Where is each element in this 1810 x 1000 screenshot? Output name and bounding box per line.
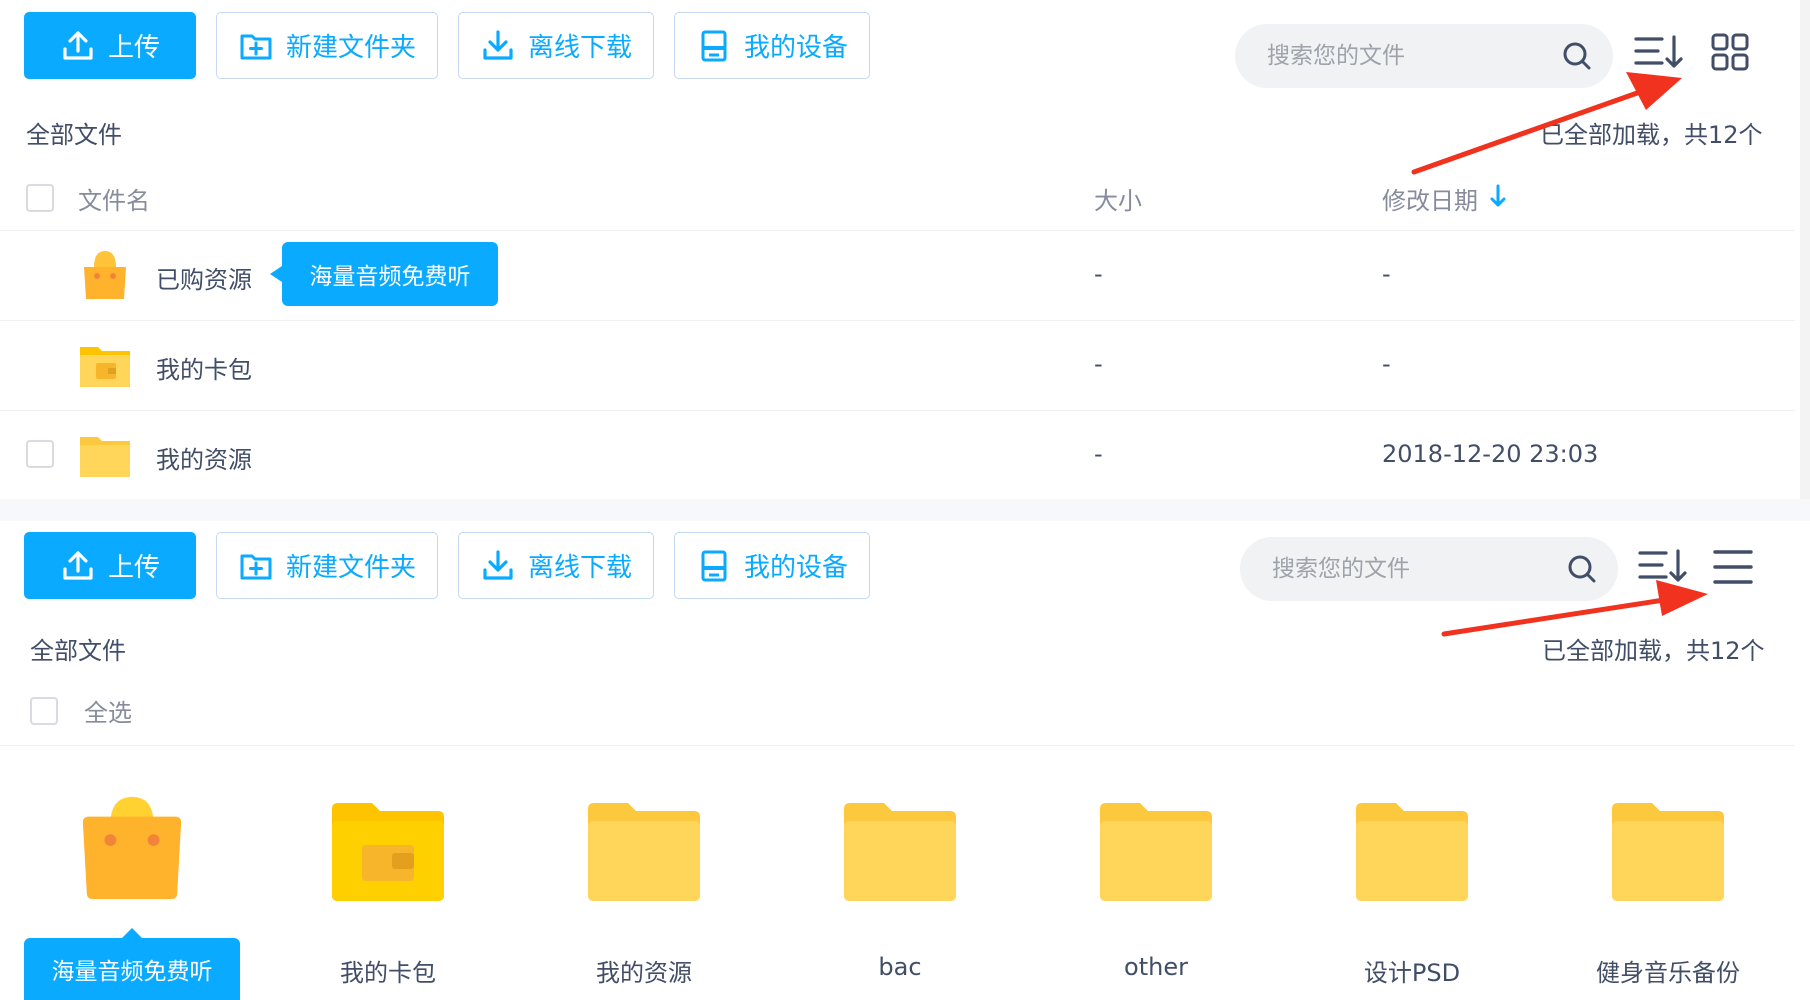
grid-item[interactable]: 我的卡包 <box>284 795 484 995</box>
search-icon[interactable] <box>1561 40 1593 72</box>
breadcrumb[interactable]: 全部文件 <box>26 115 122 150</box>
row-size: - <box>1094 350 1103 378</box>
table-row[interactable]: 我的卡包 - - <box>0 321 1795 411</box>
toolbar-list-view: 上传 新建文件夹 离线下载 我的设备 <box>0 0 1810 90</box>
row-modified: 2018-12-20 23:03 <box>1382 440 1599 468</box>
offline-download-label: 离线下载 <box>527 553 632 583</box>
list-header: 文件名 大小 修改日期 <box>0 165 1795 231</box>
section-divider <box>0 499 1810 521</box>
new-folder-button[interactable]: 新建文件夹 <box>216 12 438 79</box>
folder-icon <box>844 803 956 901</box>
column-modified[interactable]: 修改日期 <box>1382 181 1478 216</box>
new-folder-label: 新建文件夹 <box>285 553 416 583</box>
search-input[interactable] <box>1272 556 1566 582</box>
upload-label: 上传 <box>107 553 160 583</box>
new-folder-icon <box>240 34 272 59</box>
folder-icon <box>80 437 130 477</box>
offline-download-button[interactable]: 离线下载 <box>458 532 654 599</box>
grid-item-name[interactable]: 健身音乐备份 <box>1564 953 1772 988</box>
folder-icon <box>1612 803 1724 901</box>
grid-item-name[interactable]: 我的卡包 <box>284 953 492 988</box>
download-icon <box>483 29 513 60</box>
my-devices-button[interactable]: 我的设备 <box>674 532 870 599</box>
my-devices-button[interactable]: 我的设备 <box>674 12 870 79</box>
table-row[interactable]: 我的资源 - 2018-12-20 23:03 <box>0 411 1795 501</box>
select-all-checkbox[interactable] <box>30 697 58 725</box>
wallet-folder-icon <box>332 803 444 901</box>
row-size: - <box>1094 260 1103 288</box>
shopping-bag-icon <box>84 250 126 299</box>
download-icon <box>483 549 513 580</box>
row-modified: - <box>1382 260 1391 288</box>
upload-button[interactable]: 上传 <box>24 532 196 599</box>
grid-select-all-bar: 全选 <box>0 680 1795 746</box>
search-icon[interactable] <box>1566 553 1598 585</box>
column-size[interactable]: 大小 <box>1094 181 1142 216</box>
row-checkbox[interactable] <box>26 440 54 468</box>
search-box[interactable] <box>1235 24 1613 88</box>
folder-icon <box>1100 803 1212 901</box>
select-all-label[interactable]: 全选 <box>84 693 132 728</box>
column-name[interactable]: 文件名 <box>78 181 150 216</box>
my-devices-label: 我的设备 <box>743 553 848 583</box>
device-icon <box>701 550 727 581</box>
new-folder-button[interactable]: 新建文件夹 <box>216 532 438 599</box>
search-input[interactable] <box>1267 43 1561 69</box>
grid-item[interactable]: 健身音乐备份 <box>1564 795 1764 995</box>
upload-icon <box>63 30 93 60</box>
grid-item[interactable]: 我的资源 <box>540 795 740 995</box>
new-folder-icon <box>240 554 272 579</box>
grid-item[interactable]: 设计PSD <box>1308 795 1508 995</box>
sort-desc-arrow-icon[interactable] <box>1488 183 1508 209</box>
device-icon <box>701 30 727 61</box>
grid-item-name[interactable]: bac <box>796 953 1004 981</box>
breadcrumb[interactable]: 全部文件 <box>30 631 126 666</box>
search-box[interactable] <box>1240 537 1618 601</box>
select-all-checkbox[interactable] <box>26 184 54 212</box>
grid-item[interactable]: other <box>1052 795 1252 995</box>
my-devices-label: 我的设备 <box>743 33 848 63</box>
folder-icon <box>1356 803 1468 901</box>
row-name[interactable]: 我的资源 <box>156 440 252 475</box>
new-folder-label: 新建文件夹 <box>285 33 416 63</box>
row-name[interactable]: 我的卡包 <box>156 350 252 385</box>
grid-item[interactable]: bac <box>796 795 996 995</box>
grid-item-name[interactable]: 我的资源 <box>540 953 748 988</box>
list-view-icon[interactable] <box>1712 546 1754 588</box>
grid-item-name[interactable]: other <box>1052 953 1260 981</box>
load-status: 已全部加载，共12个 <box>1540 121 1763 149</box>
promo-tooltip[interactable]: 海量音频免费听 <box>270 242 498 306</box>
upload-button[interactable]: 上传 <box>24 12 196 79</box>
offline-download-button[interactable]: 离线下载 <box>458 12 654 79</box>
grid-item-name[interactable]: 设计PSD <box>1308 953 1516 988</box>
promo-tooltip[interactable]: 海量音频免费听 <box>24 928 240 1000</box>
folder-icon <box>588 803 700 901</box>
row-modified: - <box>1382 350 1391 378</box>
sort-icon[interactable] <box>1634 34 1686 70</box>
sort-icon[interactable] <box>1638 548 1690 584</box>
row-name[interactable]: 已购资源 <box>156 260 252 295</box>
upload-icon <box>63 550 93 580</box>
upload-label: 上传 <box>107 33 160 63</box>
shopping-bag-icon <box>82 796 182 900</box>
wallet-folder-icon <box>80 347 130 387</box>
grid-view-icon[interactable] <box>1710 32 1750 72</box>
offline-download-label: 离线下载 <box>527 33 632 63</box>
load-status: 已全部加载，共12个 <box>1542 637 1765 665</box>
toolbar-grid-view: 上传 新建文件夹 离线下载 我的设备 <box>0 522 1810 612</box>
scrollbar[interactable] <box>1800 0 1810 505</box>
row-size: - <box>1094 440 1103 468</box>
